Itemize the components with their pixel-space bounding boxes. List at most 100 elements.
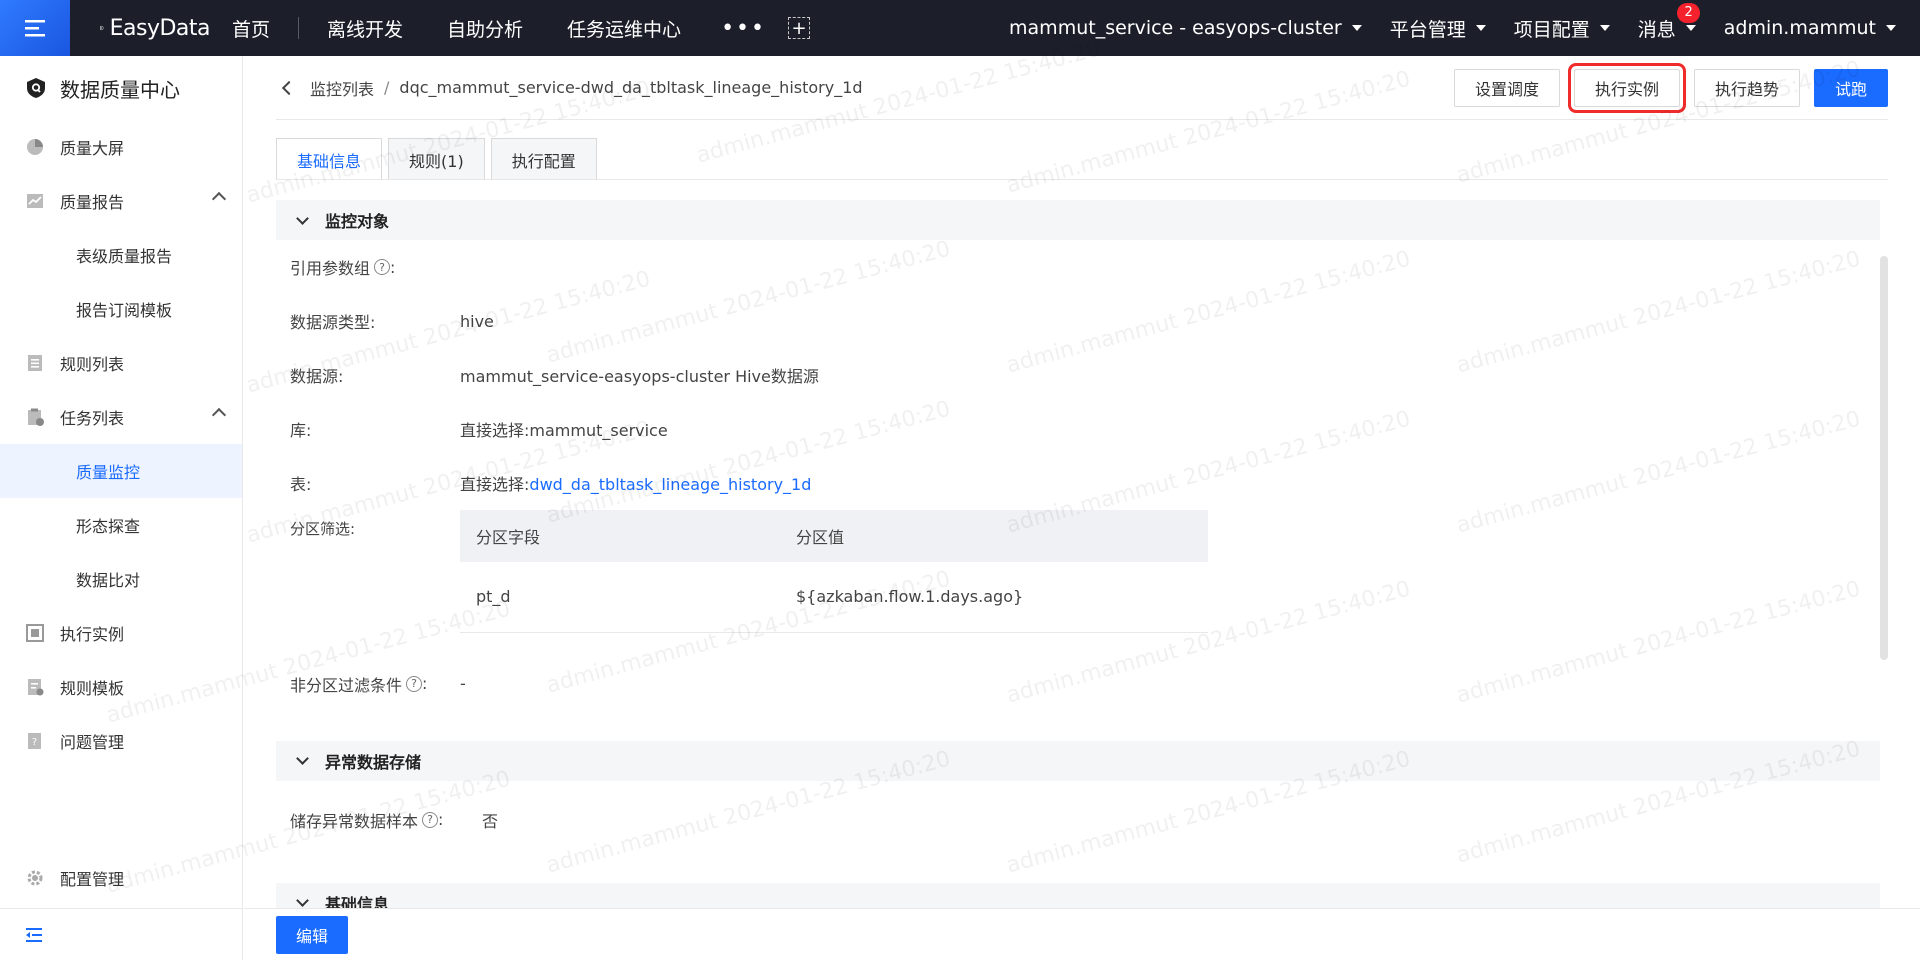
section-header-monitor[interactable]: 监控对象 [276,200,1880,240]
chevron-up-icon[interactable] [211,407,227,423]
partition-table: 分区字段 分区值 pt_d ${azkaban.flow.1.days.ago} [460,510,1208,633]
caret-down-icon [1599,25,1610,31]
user-name: admin.mammut [1723,17,1876,39]
nav-home[interactable]: 首页 [210,0,292,56]
project-menu[interactable]: 项目配置 [1500,15,1624,42]
section-header-abnormal[interactable]: 异常数据存储 [276,740,1880,781]
nav-task-ops[interactable]: 任务运维中心 [545,0,703,56]
help-icon[interactable]: ? [422,811,439,828]
label-colon: : [422,674,428,693]
field-value: 否 [482,811,499,831]
detail-panel: 监控对象 引用参数组?: 数据源类型: hive 数据源: mammut_ser… [276,200,1880,910]
sidebar-item-issue-management[interactable]: ? 问题管理 [0,714,242,768]
messages-menu[interactable]: 消息 2 [1624,2,1710,42]
help-icon[interactable]: ? [374,259,391,275]
field-value: hive [460,311,494,331]
param-group-label: 引用参数组 [290,259,371,278]
nav-add-icon[interactable]: + [788,17,810,39]
tab-bar: 基础信息 规则(1) 执行配置 [276,138,603,180]
back-arrow-icon[interactable] [281,80,297,95]
page-header: 监控列表 / dqc_mammut_service-dwd_da_tbltask… [276,56,1888,120]
sidebar-item-rule-list[interactable]: 规则列表 [0,336,242,390]
field-datasource-type: 数据源类型: hive [276,294,1880,348]
header-actions: 设置调度 执行实例 执行趋势 试跑 [1440,63,1888,113]
edit-button[interactable]: 编辑 [276,915,349,954]
menu-toggle-button[interactable] [0,0,70,56]
platform-label: 平台管理 [1389,18,1466,41]
sidebar-item-quality-dashboard[interactable]: 质量大屏 [0,120,242,174]
sidebar-item-quality-report[interactable]: 质量报告 [0,174,242,228]
app-logo[interactable]: EasyData [100,15,211,41]
set-schedule-button[interactable]: 设置调度 [1453,69,1560,107]
field-label: 非分区过滤条件?: [276,672,460,696]
breadcrumb-separator: / [384,78,390,97]
tab-rules[interactable]: 规则(1) [388,138,485,180]
field-partition: 分区筛选: 分区字段 分区值 pt_d ${azkaban.flow.1.day… [276,510,1880,633]
sidebar-item-task-list[interactable]: 任务列表 [0,390,242,444]
collapse-menu-icon [26,927,42,942]
breadcrumb-parent-link[interactable]: 监控列表 [310,76,374,100]
field-label: 库: [290,421,312,440]
line-chart-icon [24,190,46,212]
exec-instances-button[interactable]: 执行实例 [1567,63,1686,113]
column-header-partition-value: 分区值 [780,510,1208,562]
issue-icon: ? [24,730,46,752]
breadcrumb-current: dqc_mammut_service-dwd_da_tbltask_lineag… [399,78,863,97]
table-name-link[interactable]: dwd_da_tbltask_lineage_history_1d [529,475,811,494]
sidebar-title-text: 数据质量中心 [60,77,180,102]
sidebar-item-quality-monitor[interactable]: 质量监控 [0,444,242,498]
sidebar-collapse-button[interactable] [0,908,243,960]
footer-bar: 编辑 [244,908,1920,960]
caret-down-icon [1351,25,1362,31]
label-colon: : [438,810,444,829]
messages-label: 消息 [1637,18,1676,41]
sidebar-item-label: 任务列表 [60,409,125,428]
content-scrollbar[interactable] [1880,256,1888,660]
hamburger-icon [25,20,45,37]
field-label: 引用参数组?: [276,255,460,279]
breadcrumb: 监控列表 / dqc_mammut_service-dwd_da_tbltask… [276,76,863,100]
trial-run-button[interactable]: 试跑 [1813,69,1888,107]
nonpart-label: 非分区过滤条件 [290,675,403,695]
field-param-group: 引用参数组?: [276,240,1880,294]
template-icon [24,676,46,698]
logo-mark-icon [100,25,104,31]
nav-offline-dev[interactable]: 离线开发 [305,0,425,56]
sidebar-item-rule-templates[interactable]: 规则模板 [0,660,242,714]
sidebar-item-label: 质量报告 [60,193,125,212]
project-label: 项目配置 [1513,18,1590,41]
tab-basic-info[interactable]: 基础信息 [276,138,383,180]
platform-menu[interactable]: 平台管理 [1376,15,1500,42]
db-prefix: 直接选择: [460,421,530,440]
message-count-badge: 2 [1677,2,1700,23]
nav-right-group: mammut_service - easyops-cluster 平台管理 项目… [995,0,1920,56]
table-cell: ${azkaban.flow.1.days.ago} [780,562,1208,633]
sidebar-item-data-compare[interactable]: 数据比对 [0,552,242,606]
pie-chart-icon [24,136,46,158]
nav-self-analysis[interactable]: 自助分析 [425,0,545,56]
table-header-row: 分区字段 分区值 [460,510,1208,562]
main-content: 监控列表 / dqc_mammut_service-dwd_da_tbltask… [244,56,1920,960]
sidebar-item-exec-instances[interactable]: 执行实例 [0,606,242,660]
field-value: 直接选择:dwd_da_tbltask_lineage_history_1d [460,471,811,495]
sidebar-item-table-report[interactable]: 表级质量报告 [0,228,242,282]
db-name: mammut_service [529,421,668,440]
field-label: 数据源: [290,367,344,386]
label-colon: : [390,257,396,277]
sidebar-item-config-management[interactable]: 配置管理 [0,851,243,905]
tab-exec-config[interactable]: 执行配置 [490,138,597,180]
chevron-up-icon[interactable] [211,191,227,207]
user-menu[interactable]: admin.mammut [1710,17,1920,39]
field-table: 表: 直接选择:dwd_da_tbltask_lineage_history_1… [276,456,1880,510]
help-icon[interactable]: ? [406,675,423,692]
shield-icon [27,78,45,98]
cluster-selector[interactable]: mammut_service - easyops-cluster [995,17,1376,39]
sidebar-item-shape-probe[interactable]: 形态探查 [0,498,242,552]
field-datasource: 数据源: mammut_service-easyops-cluster Hive… [276,348,1880,402]
sidebar-item-report-template[interactable]: 报告订阅模板 [0,282,242,336]
exec-trend-button[interactable]: 执行趋势 [1693,69,1800,107]
field-database: 库: 直接选择:mammut_service [276,402,1880,456]
section-header-basic[interactable]: 基础信息 [276,882,1880,910]
table-cell: pt_d [460,562,780,633]
nav-more-button[interactable]: ••• [703,0,784,56]
